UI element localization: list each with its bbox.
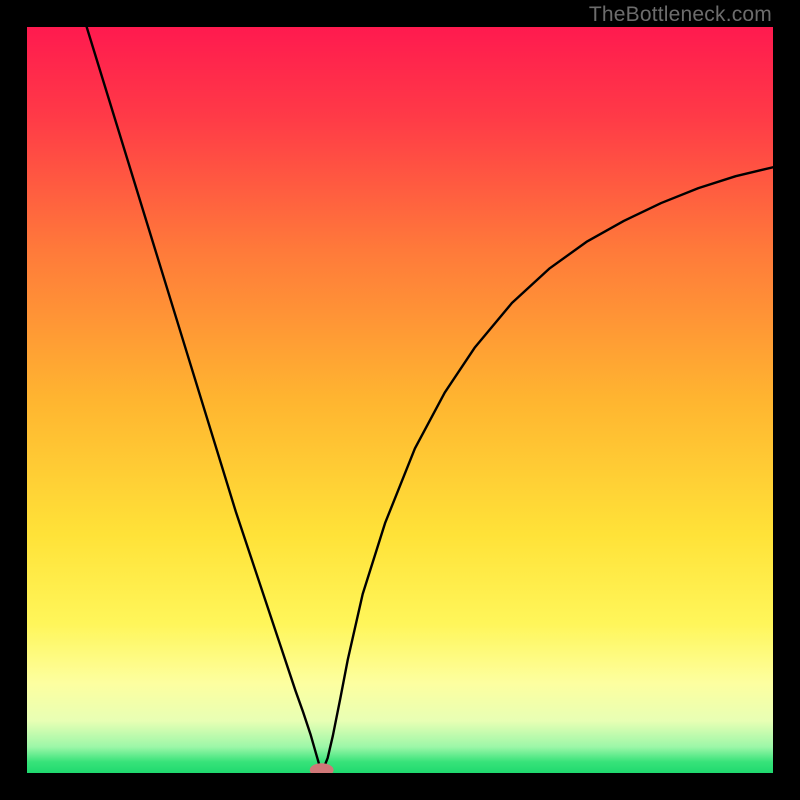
chart-frame: TheBottleneck.com [0,0,800,800]
plot-area [27,27,773,773]
watermark-text: TheBottleneck.com [589,3,772,27]
minimum-marker [310,763,334,773]
curve-layer [27,27,773,773]
bottleneck-curve [87,27,773,773]
